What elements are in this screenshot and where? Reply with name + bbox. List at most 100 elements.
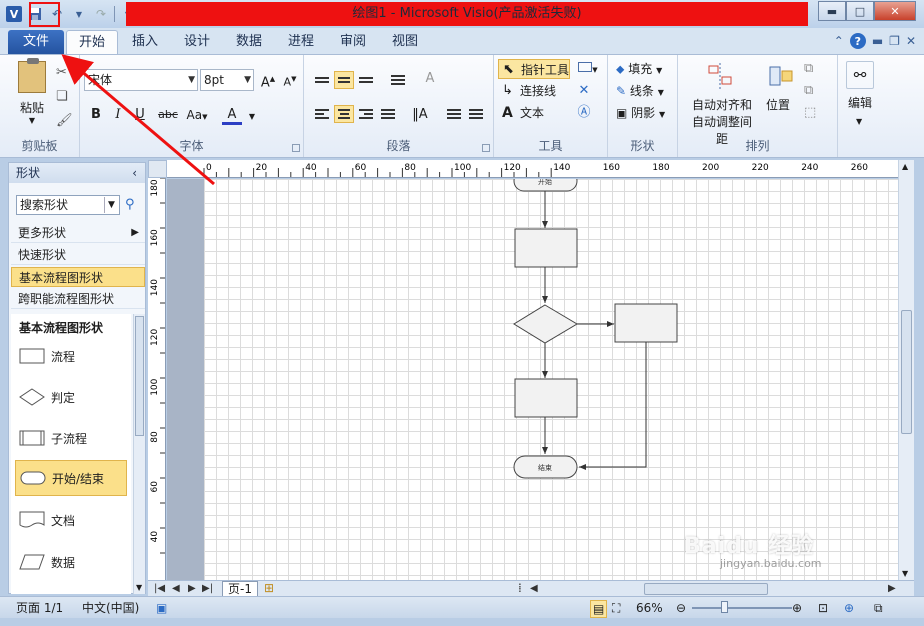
text-direction-icon[interactable]: A xyxy=(420,69,440,89)
font-color-dropdown-icon[interactable]: ▼ xyxy=(242,107,262,127)
increase-indent-icon[interactable] xyxy=(466,105,486,123)
shadow-button[interactable]: ▣ 阴影 ▼ xyxy=(616,105,665,123)
fullscreen-view-icon[interactable]: ⛶ xyxy=(612,600,620,616)
more-shapes-item[interactable]: 更多形状 ▶ xyxy=(11,223,145,243)
text-block-icon[interactable]: ‖A xyxy=(410,105,430,125)
underline-icon[interactable]: U xyxy=(130,105,150,125)
fit-page-icon[interactable]: ⊡ xyxy=(818,600,828,616)
bold-icon[interactable]: B xyxy=(86,105,106,125)
paste-dropdown-icon[interactable]: ▼ xyxy=(14,116,50,125)
vertical-scrollbar[interactable]: ▲ ▼ xyxy=(898,160,914,580)
normal-view-icon[interactable]: ▤ xyxy=(590,600,608,618)
decrease-indent-icon[interactable] xyxy=(444,105,464,123)
zoom-in-icon[interactable]: ⊕ xyxy=(792,600,802,616)
justify-icon[interactable] xyxy=(378,105,398,123)
pointer-tool-button[interactable]: ⬉ 指针工具 xyxy=(498,59,570,79)
rectangle-tool-icon[interactable]: ▼ xyxy=(574,59,602,79)
group-icon[interactable]: ⬚ xyxy=(804,105,816,120)
minimize-button[interactable]: ▬ xyxy=(818,1,846,21)
insert-page-icon[interactable]: ⊞ xyxy=(264,581,274,596)
text-tool-button[interactable]: A 文本 xyxy=(498,103,570,123)
edit-dropdown-icon[interactable]: ▼ xyxy=(856,117,862,126)
grow-font-icon[interactable]: A▲ xyxy=(258,69,278,90)
doc-restore-icon[interactable]: ❐ xyxy=(889,34,900,48)
page-indicator[interactable]: 页面 1/1 xyxy=(16,600,63,616)
font-size-combo[interactable]: 8pt ▼ xyxy=(200,69,254,91)
language-indicator[interactable]: 中文(中国) xyxy=(82,600,139,616)
bullets-icon[interactable] xyxy=(388,71,408,89)
tab-home[interactable]: 开始 xyxy=(66,30,118,54)
change-case-icon[interactable]: Aa▼ xyxy=(184,105,210,125)
tab-insert[interactable]: 插入 xyxy=(124,30,166,54)
tab-design[interactable]: 设计 xyxy=(176,30,218,54)
search-shapes-input[interactable]: 搜索形状 ▼ xyxy=(16,195,120,215)
zoom-level[interactable]: 66% xyxy=(636,600,663,616)
bring-front-icon[interactable]: ⧉ xyxy=(804,61,813,76)
italic-icon[interactable]: I xyxy=(108,105,128,125)
stencil-scroll-thumb[interactable] xyxy=(135,316,144,436)
zoom-out-icon[interactable]: ⊖ xyxy=(676,600,686,616)
binoculars-icon[interactable]: ⚯ xyxy=(846,61,874,89)
align-left-icon[interactable] xyxy=(312,105,332,123)
prev-page-icon[interactable]: ◀ xyxy=(172,581,180,596)
stencil-data[interactable]: 数据 xyxy=(15,544,127,580)
line-button[interactable]: ✎ 线条 ▼ xyxy=(616,83,664,101)
shrink-font-icon[interactable]: A▼ xyxy=(280,69,300,89)
stencil-subprocess[interactable]: 子流程 xyxy=(15,420,127,456)
zoom-slider-knob[interactable] xyxy=(721,601,728,613)
redo-icon[interactable]: ↷ xyxy=(92,5,110,23)
stencil-scrollbar[interactable]: ▼ xyxy=(133,314,145,594)
basic-flowchart-item[interactable]: 基本流程图形状 xyxy=(11,267,145,287)
process-box-2[interactable] xyxy=(514,378,578,418)
position-icon[interactable] xyxy=(768,63,796,91)
collapse-panel-icon[interactable]: ‹ xyxy=(132,163,137,183)
connection-point-icon[interactable]: ✕ xyxy=(574,81,594,101)
close-button[interactable]: ✕ xyxy=(874,1,916,21)
stencil-process[interactable]: 流程 xyxy=(15,338,127,374)
scroll-left-icon[interactable]: ◀ xyxy=(530,581,538,596)
tab-review[interactable]: 审阅 xyxy=(332,30,374,54)
stencil-document[interactable]: 文档 xyxy=(15,502,127,538)
zoom-slider[interactable] xyxy=(692,607,792,609)
tab-data[interactable]: 数据 xyxy=(228,30,270,54)
chevron-down-icon[interactable]: ▼ xyxy=(104,197,118,213)
strikethrough-icon[interactable]: abc xyxy=(154,105,182,125)
doc-close-icon[interactable]: ✕ xyxy=(906,34,916,48)
rotate-text-icon[interactable]: Ⓐ xyxy=(574,103,594,123)
vertical-scroll-thumb[interactable] xyxy=(901,310,912,434)
last-page-icon[interactable]: ▶| xyxy=(202,581,213,596)
align-top-icon[interactable] xyxy=(312,71,332,89)
scroll-down-icon[interactable]: ▼ xyxy=(902,569,908,578)
connector-6[interactable] xyxy=(579,342,647,470)
process-box-1[interactable] xyxy=(514,228,578,268)
font-name-combo[interactable]: 宋体 ▼ xyxy=(84,69,198,91)
scroll-up-icon[interactable]: ▲ xyxy=(902,162,908,171)
tab-process[interactable]: 进程 xyxy=(280,30,322,54)
edit-button[interactable]: 编辑 xyxy=(848,95,872,112)
decision-diamond[interactable] xyxy=(513,304,578,344)
tab-file[interactable]: 文件 xyxy=(8,30,64,54)
stencil-start-end[interactable]: 开始/结束 xyxy=(15,460,127,496)
minimize-ribbon-icon[interactable]: ⌃ xyxy=(834,34,844,48)
position-label[interactable]: 位置 xyxy=(766,97,790,114)
next-page-icon[interactable]: ▶ xyxy=(188,581,196,596)
pan-zoom-icon[interactable]: ⊕ xyxy=(844,600,854,616)
switch-windows-icon[interactable]: ⧉ xyxy=(874,600,883,616)
process-box-right[interactable] xyxy=(614,303,678,343)
undo-dropdown-icon[interactable]: ▼ xyxy=(70,5,88,23)
align-bottom-icon[interactable] xyxy=(356,71,376,89)
maximize-button[interactable]: □ xyxy=(846,1,874,21)
font-dialog-launcher-icon[interactable] xyxy=(292,144,300,152)
quick-shapes-item[interactable]: 快速形状 xyxy=(11,245,145,265)
fill-button[interactable]: ⬥ 填充 ▼ xyxy=(616,61,662,79)
connector-tool-button[interactable]: ↳ 连接线 xyxy=(498,81,570,101)
copy-icon[interactable]: ❏ xyxy=(56,89,68,104)
drawing-page[interactable]: 开始 结束 xyxy=(204,179,898,580)
horizontal-scroll-thumb[interactable] xyxy=(644,583,768,595)
cut-icon[interactable]: ✂ xyxy=(56,65,67,80)
search-icon[interactable]: ⚲ xyxy=(125,197,135,212)
paste-button[interactable]: 粘贴 ▼ xyxy=(14,58,50,133)
drawing-canvas[interactable]: 开始 结束 xyxy=(167,179,898,580)
page-tab[interactable]: 页-1 xyxy=(222,581,258,597)
help-icon[interactable]: ? xyxy=(849,33,866,49)
